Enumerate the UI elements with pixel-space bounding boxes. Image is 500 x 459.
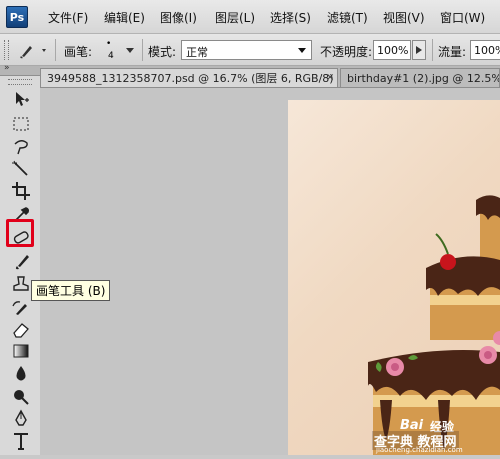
type-tool[interactable] bbox=[10, 430, 32, 452]
mode-value: 正常 bbox=[186, 46, 208, 59]
pen-tool[interactable] bbox=[10, 408, 32, 430]
crop-tool[interactable] bbox=[10, 180, 32, 202]
mode-select[interactable]: 正常 bbox=[181, 40, 312, 60]
history-brush-tool[interactable] bbox=[10, 298, 32, 320]
opacity-input[interactable]: 100% bbox=[373, 40, 411, 60]
gradient-icon bbox=[13, 344, 29, 358]
flow-input[interactable]: 100% bbox=[470, 40, 500, 60]
flow-value: 100% bbox=[474, 44, 500, 57]
history-brush-icon bbox=[12, 301, 27, 315]
tab-close-icon[interactable]: × bbox=[326, 72, 334, 83]
crop-icon bbox=[12, 182, 30, 200]
flow-label: 流量: bbox=[438, 45, 467, 59]
dodge-tool[interactable] bbox=[10, 386, 32, 408]
options-bar: 画笔: • 4 模式: 正常 不透明度: 100% 流量: 100% bbox=[0, 34, 500, 66]
pen-icon bbox=[15, 409, 27, 426]
document-canvas[interactable]: Bai 经验 查字典 教程网 jiaocheng.chazidian.com bbox=[288, 100, 500, 455]
brush-tool[interactable] bbox=[11, 250, 33, 272]
options-grip[interactable] bbox=[4, 40, 9, 60]
brush-size-picker[interactable]: • 4 bbox=[100, 39, 138, 62]
clone-stamp-icon bbox=[13, 276, 29, 291]
separator bbox=[142, 39, 143, 61]
menu-bar: Ps 文件(F) 编辑(E) 图像(I) 图层(L) 选择(S) 滤镜(T) 视… bbox=[0, 0, 500, 34]
brush-icon bbox=[15, 255, 29, 270]
blur-icon bbox=[16, 366, 26, 381]
photoshop-logo: Ps bbox=[6, 6, 28, 28]
dodge-icon bbox=[14, 390, 29, 405]
toolbox-grip[interactable] bbox=[8, 79, 32, 85]
triangle-right-icon bbox=[416, 46, 422, 54]
double-arrow-icon: » bbox=[4, 63, 10, 73]
brush-size-value: 4 bbox=[108, 51, 114, 61]
move-icon bbox=[16, 92, 29, 106]
opacity-value: 100% bbox=[377, 44, 409, 57]
gradient-tool[interactable] bbox=[10, 340, 32, 362]
opacity-label: 不透明度: bbox=[320, 45, 373, 59]
move-tool[interactable] bbox=[10, 88, 32, 110]
menu-layer[interactable]: 图层(L) bbox=[215, 9, 255, 26]
chevron-down-icon bbox=[298, 48, 306, 53]
tool-preset-picker[interactable] bbox=[16, 40, 50, 60]
opacity-slider-button[interactable] bbox=[412, 40, 426, 60]
menu-view[interactable]: 视图(V) bbox=[383, 9, 425, 26]
magic-wand-tool[interactable] bbox=[10, 158, 32, 180]
canvas-area[interactable]: Bai 经验 查字典 教程网 jiaocheng.chazidian.com bbox=[40, 88, 500, 455]
tab-label: 3949588_1312358707.psd @ 16.7% (图层 6, RG… bbox=[47, 72, 338, 85]
chevron-down-icon bbox=[126, 48, 134, 53]
menu-select[interactable]: 选择(S) bbox=[270, 9, 311, 26]
brush-preset-icon bbox=[20, 46, 46, 59]
brush-tool-highlight bbox=[6, 219, 34, 247]
toolbox-collapse-handle[interactable]: » bbox=[0, 63, 40, 76]
menu-window[interactable]: 窗口(W) bbox=[440, 9, 485, 26]
menu-file[interactable]: 文件(F) bbox=[48, 9, 88, 26]
marquee-tool[interactable] bbox=[10, 113, 32, 135]
watermark: Bai 经验 查字典 教程网 jiaocheng.chazidian.com bbox=[368, 418, 500, 455]
eraser-icon bbox=[13, 323, 29, 338]
tab-label: birthday#1 (2).jpg @ 12.5%(RGB bbox=[347, 72, 499, 85]
magic-wand-icon bbox=[12, 160, 28, 176]
blur-tool[interactable] bbox=[10, 363, 32, 385]
marquee-icon bbox=[13, 117, 29, 131]
document-tab-bar: 3949588_1312358707.psd @ 16.7% (图层 6, RG… bbox=[40, 66, 500, 88]
brush-label: 画笔: bbox=[64, 45, 93, 59]
toolbox: » bbox=[0, 63, 41, 455]
menu-image[interactable]: 图像(I) bbox=[160, 9, 197, 26]
lasso-tool[interactable] bbox=[10, 136, 32, 158]
type-icon bbox=[14, 433, 28, 450]
menu-edit[interactable]: 编辑(E) bbox=[104, 9, 145, 26]
separator bbox=[432, 39, 433, 61]
brush-tip-dot-icon: • bbox=[106, 39, 112, 49]
mode-label: 模式: bbox=[148, 45, 177, 59]
cake-illustration bbox=[368, 195, 500, 455]
menu-filter[interactable]: 滤镜(T) bbox=[327, 9, 368, 26]
watermark-url: jiaocheng.chazidian.com bbox=[376, 446, 463, 454]
brush-tool-tooltip: 画笔工具 (B) bbox=[31, 280, 111, 301]
tab-inactive-document[interactable]: birthday#1 (2).jpg @ 12.5%(RGB bbox=[340, 68, 500, 87]
separator bbox=[55, 39, 56, 61]
clone-stamp-tool[interactable] bbox=[10, 274, 32, 296]
tab-active-document[interactable]: 3949588_1312358707.psd @ 16.7% (图层 6, RG… bbox=[40, 68, 338, 87]
eraser-tool[interactable] bbox=[10, 319, 32, 341]
lasso-icon bbox=[14, 140, 28, 155]
